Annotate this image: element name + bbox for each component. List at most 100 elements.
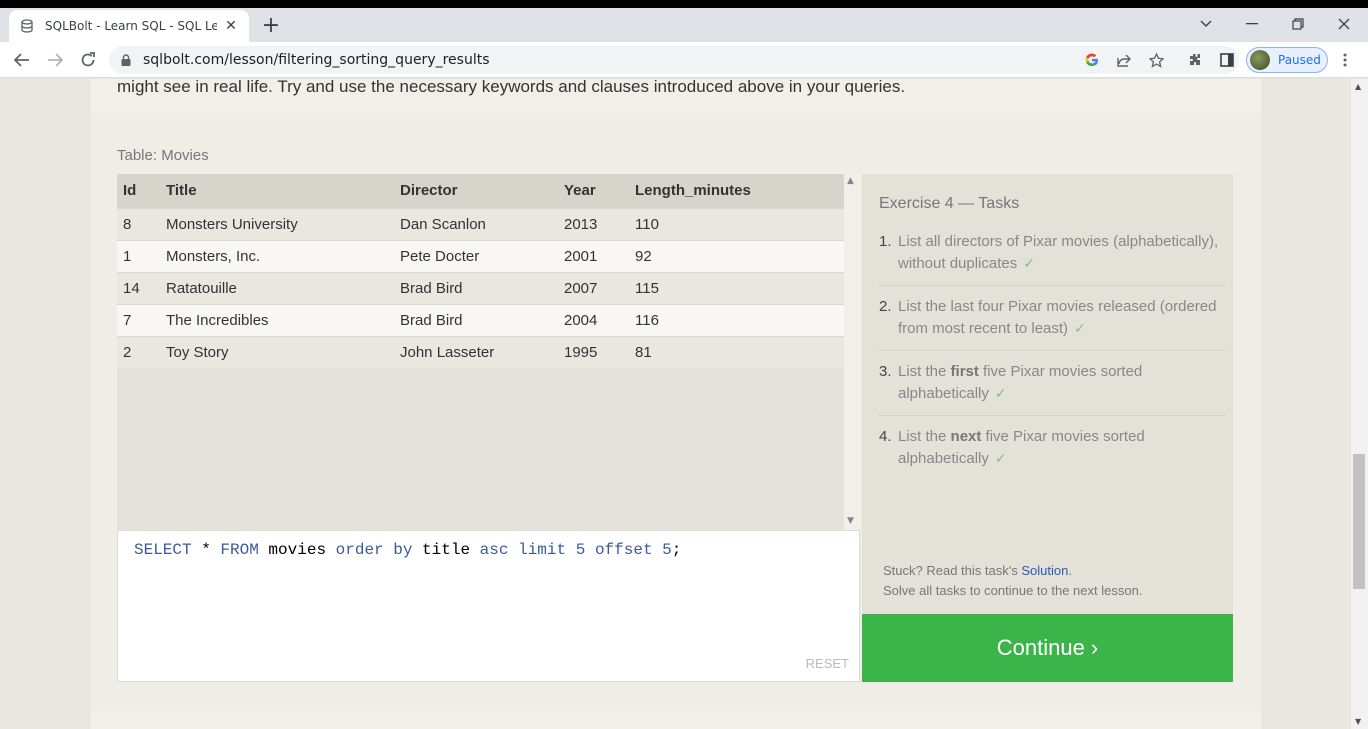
table-header-row: Id Title Director Year Length_minutes [117, 174, 844, 208]
reload-icon[interactable] [74, 46, 102, 74]
url-text: sqlbolt.com/lesson/filtering_sorting_que… [143, 52, 490, 68]
scroll-down-icon[interactable]: ▼ [1355, 717, 1361, 726]
column-header: Length_minutes [629, 174, 844, 208]
database-icon [19, 18, 35, 34]
sql-keyword: asc [479, 541, 509, 559]
table-cell: 2013 [558, 207, 629, 240]
tasks-panel: Exercise 4 — Tasks 1. List all directors… [862, 174, 1233, 614]
page-scrollbar[interactable]: ▲ ▼ [1351, 79, 1368, 729]
check-icon: ✓ [994, 451, 1007, 467]
table-cell: 8 [117, 207, 160, 240]
task-text: List the last four Pixar movies released… [898, 298, 1217, 337]
table-cell: Pete Docter [394, 239, 558, 272]
column-header: Id [117, 174, 160, 208]
results-scrollbar[interactable]: ▲ ▼ [844, 174, 860, 530]
address-bar[interactable]: sqlbolt.com/lesson/filtering_sorting_que… [109, 46, 1239, 74]
table-cell: 1995 [558, 335, 629, 368]
sql-query[interactable]: SELECT * FROM movies order by title asc … [134, 541, 681, 559]
share-icon[interactable] [1112, 46, 1136, 74]
column-header: Director [394, 174, 558, 208]
sql-keyword: limit [518, 541, 567, 559]
solution-link[interactable]: Solution [1021, 563, 1068, 578]
sql-number: 5 [575, 541, 586, 559]
minimize-button[interactable] [1238, 12, 1266, 36]
scroll-up-icon[interactable]: ▲ [847, 176, 854, 186]
close-window-button[interactable] [1330, 12, 1358, 36]
continue-button[interactable]: Continue › [862, 614, 1233, 682]
sql-keyword: FROM [220, 541, 259, 559]
table-cell: 81 [629, 335, 844, 368]
table-cell: 115 [629, 271, 844, 304]
scrollbar-thumb[interactable] [1353, 454, 1365, 589]
column-header: Title [160, 174, 394, 208]
table-cell: 1 [117, 239, 160, 272]
browser-toolbar: sqlbolt.com/lesson/filtering_sorting_que… [0, 42, 1368, 78]
stuck-help: Stuck? Read this task's Solution. Solve … [883, 561, 1142, 601]
table-cell: John Lasseter [394, 335, 558, 368]
task-item: 1. List all directors of Pixar movies (a… [879, 230, 1225, 286]
sql-token: * [191, 541, 221, 559]
column-header: Year [558, 174, 629, 208]
lock-icon [121, 54, 133, 66]
scroll-down-icon[interactable]: ▼ [847, 516, 854, 526]
task-item: 2. List the last four Pixar movies relea… [879, 295, 1225, 351]
table-row: 8 Monsters University Dan Scanlon 2013 1… [117, 207, 844, 240]
table-caption: Table: Movies [117, 147, 209, 164]
chevron-down-icon[interactable] [1192, 12, 1220, 36]
extensions-icon[interactable] [1183, 46, 1207, 74]
google-icon[interactable] [1080, 46, 1104, 74]
stuck-prefix: Stuck? Read this task's [883, 563, 1022, 578]
task-text-prefix: List the [898, 363, 951, 380]
table-cell: Monsters University [160, 207, 394, 240]
table-cell: The Incredibles [160, 303, 394, 336]
task-number: 1. [879, 233, 892, 250]
results-table: Id Title Director Year Length_minutes 8 … [117, 174, 860, 530]
more-menu-icon[interactable] [1333, 46, 1357, 74]
task-item: 4. List the next five Pixar movies sorte… [879, 425, 1225, 480]
side-panel-icon[interactable] [1215, 46, 1239, 74]
sql-keyword: offset [594, 541, 653, 559]
exercise-title: Exercise 4 — Tasks [879, 195, 1020, 212]
task-text-emphasis: next [950, 428, 982, 445]
profile-status: Paused [1278, 53, 1321, 67]
intro-text: might see in real life. Try and use the … [117, 79, 906, 96]
tab-title: SQLBolt - Learn SQL - SQL Lesso [45, 19, 217, 33]
sql-token: movies [258, 541, 336, 559]
sql-keyword: SELECT [134, 541, 192, 559]
task-text-prefix: List the [898, 428, 951, 445]
solve-all-text: Solve all tasks to continue to the next … [883, 583, 1143, 598]
task-text: List all directors of Pixar movies (alph… [898, 233, 1219, 272]
reset-button[interactable]: RESET [806, 656, 849, 671]
scroll-up-icon[interactable]: ▲ [1355, 82, 1361, 91]
task-number: 2. [879, 298, 892, 315]
table-row: 2 Toy Story John Lasseter 1995 81 [117, 335, 844, 368]
browser-tab[interactable]: SQLBolt - Learn SQL - SQL Lesso ✕ [9, 10, 249, 42]
table-cell: 14 [117, 271, 160, 304]
table-cell: 116 [629, 303, 844, 336]
tab-strip: SQLBolt - Learn SQL - SQL Lesso ✕ + [0, 0, 1368, 42]
new-tab-button[interactable]: + [260, 13, 282, 38]
table-cell: Ratatouille [160, 271, 394, 304]
check-icon: ✓ [994, 386, 1007, 402]
page-viewport: might see in real life. Try and use the … [0, 79, 1351, 729]
task-number: 4. [879, 428, 892, 445]
avatar [1250, 50, 1270, 70]
forward-arrow-icon[interactable] [41, 46, 69, 74]
table-cell: 2 [117, 335, 160, 368]
table-cell: 7 [117, 303, 160, 336]
task-item: 3. List the first five Pixar movies sort… [879, 360, 1225, 416]
check-icon: ✓ [1023, 256, 1035, 272]
stuck-suffix: . [1068, 563, 1072, 578]
back-arrow-icon[interactable] [8, 46, 36, 74]
table-cell: 2001 [558, 239, 629, 272]
table-cell: Dan Scanlon [394, 207, 558, 240]
restore-button[interactable] [1284, 12, 1312, 36]
task-list: 1. List all directors of Pixar movies (a… [879, 230, 1225, 489]
table-cell: Toy Story [160, 335, 394, 368]
table-cell: 2007 [558, 271, 629, 304]
star-icon[interactable] [1144, 46, 1168, 74]
sql-keyword: order by [335, 541, 413, 559]
sql-editor[interactable]: SELECT * FROM movies order by title asc … [117, 530, 860, 682]
profile-button[interactable]: Paused [1246, 47, 1328, 73]
close-icon[interactable]: ✕ [223, 18, 239, 34]
